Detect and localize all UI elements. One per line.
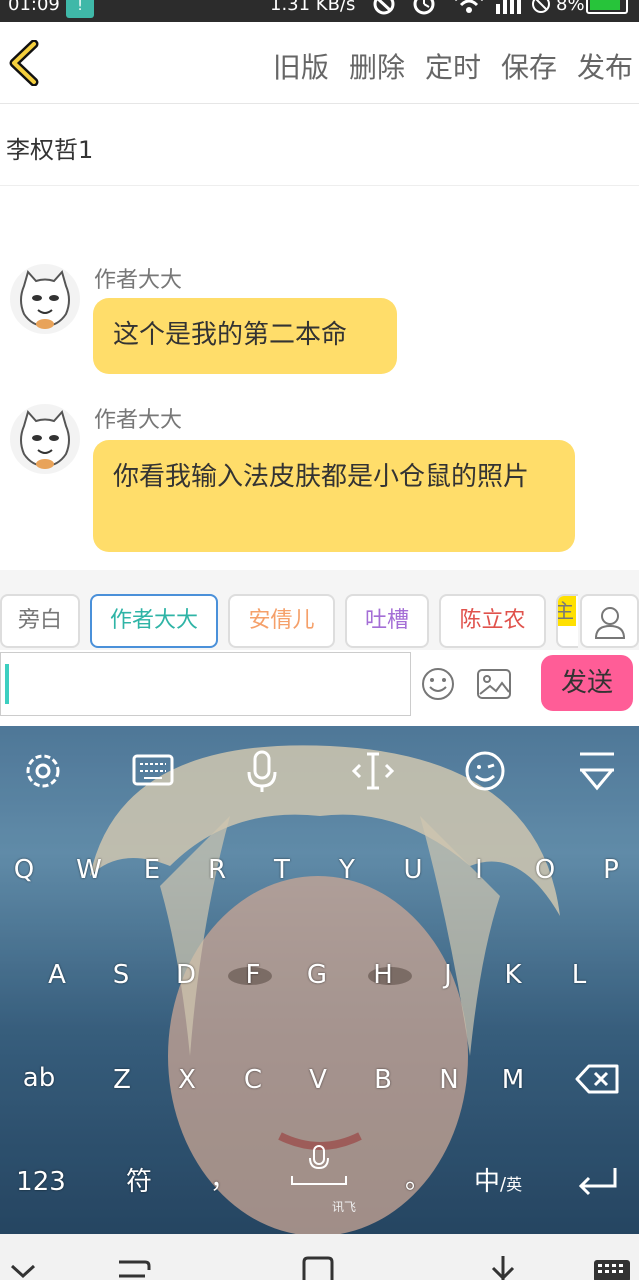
key-h[interactable]: H — [360, 955, 406, 995]
settings-gear-icon[interactable] — [18, 748, 68, 794]
save-button[interactable]: 保存 — [501, 46, 557, 86]
keyboard-icon[interactable] — [128, 748, 178, 794]
key-y[interactable]: Y — [324, 850, 370, 890]
key-symbols[interactable]: 符 — [116, 1162, 162, 1202]
key-w[interactable]: W — [66, 850, 112, 890]
battery-percent: 8% — [556, 0, 585, 15]
key-j[interactable]: J — [425, 955, 471, 995]
role-partial[interactable]: 主 — [556, 594, 578, 648]
home-icon[interactable] — [300, 1256, 336, 1280]
key-e[interactable]: E — [129, 850, 175, 890]
enter-icon[interactable] — [573, 1160, 623, 1206]
emoji-icon[interactable] — [460, 748, 510, 794]
message-input[interactable] — [0, 652, 411, 716]
status-time: 01:09 — [8, 0, 60, 15]
key-q[interactable]: Q — [1, 850, 47, 890]
key-v[interactable]: V — [295, 1060, 341, 1100]
key-d[interactable]: D — [163, 955, 209, 995]
message-bubble[interactable]: 你看我输入法皮肤都是小仓鼠的照片 — [93, 440, 575, 552]
lang-english: 英 — [506, 1175, 523, 1194]
send-button[interactable]: 发送 — [541, 655, 633, 711]
battery-icon — [586, 0, 628, 14]
signal-icon — [496, 0, 521, 14]
speaker-name: 作者大大 — [94, 268, 183, 293]
speaker-name: 作者大大 — [94, 408, 183, 433]
key-numbers-mode[interactable]: 123 — [16, 1162, 66, 1202]
text-cursor — [5, 664, 9, 704]
meme-face-icon — [20, 409, 70, 469]
alarm-icon — [413, 0, 435, 15]
image-icon[interactable] — [476, 668, 512, 700]
key-n[interactable]: N — [426, 1060, 472, 1100]
chevron-down-icon[interactable] — [8, 1262, 38, 1280]
key-i[interactable]: I — [456, 850, 502, 890]
key-g[interactable]: G — [294, 955, 340, 995]
key-t[interactable]: T — [259, 850, 305, 890]
back-chevron-icon[interactable] — [6, 40, 46, 86]
schedule-button[interactable]: 定时 — [425, 46, 481, 86]
avatar[interactable] — [10, 404, 80, 474]
key-comma[interactable]: ， — [200, 1160, 246, 1200]
top-nav: 旧版 删除 定时 保存 发布 — [0, 22, 639, 104]
keyboard-brand: 讯飞 — [332, 1200, 357, 1214]
key-period[interactable]: 。 — [395, 1160, 441, 1200]
role-anqianer[interactable]: 安倩儿 — [228, 594, 335, 648]
space-bar[interactable]: 讯飞 — [270, 1140, 370, 1214]
avatar[interactable] — [10, 264, 80, 334]
key-k[interactable]: K — [490, 955, 536, 995]
cursor-move-icon[interactable] — [348, 748, 398, 794]
key-p[interactable]: P — [588, 850, 634, 890]
wifi-icon — [455, 0, 483, 13]
delete-button[interactable]: 删除 — [349, 46, 405, 86]
hide-keyboard-icon[interactable] — [572, 748, 622, 794]
role-chenlinong[interactable]: 陈立农 — [439, 594, 546, 648]
role-author[interactable]: 作者大大 — [90, 594, 218, 648]
story-title[interactable]: 李权哲1 — [0, 104, 639, 186]
key-s[interactable]: S — [98, 955, 144, 995]
download-icon[interactable] — [485, 1254, 521, 1280]
role-narrator[interactable]: 旁白 — [0, 594, 80, 648]
key-u[interactable]: U — [390, 850, 436, 890]
network-speed: 1.31 KB/s — [270, 0, 356, 15]
message-bubble[interactable]: 这个是我的第二本命 — [93, 298, 397, 374]
key-o[interactable]: O — [522, 850, 568, 890]
space-mic-icon — [291, 1145, 347, 1185]
keyboard-switch-icon[interactable] — [592, 1258, 632, 1280]
add-role-button[interactable] — [580, 594, 639, 648]
role-partial-label: 主 — [558, 596, 576, 626]
emoji-icon[interactable] — [420, 666, 456, 702]
key-l[interactable]: L — [556, 955, 602, 995]
no-signal-icon — [532, 0, 550, 13]
recent-apps-icon[interactable] — [115, 1256, 151, 1280]
publish-button[interactable]: 发布 — [577, 46, 633, 86]
key-z[interactable]: Z — [99, 1060, 145, 1100]
do-not-disturb-icon — [373, 0, 395, 15]
key-x[interactable]: X — [164, 1060, 210, 1100]
key-a[interactable]: A — [34, 955, 80, 995]
old-version-button[interactable]: 旧版 — [273, 46, 329, 86]
key-c[interactable]: C — [230, 1060, 276, 1100]
lang-chinese: 中 — [474, 1167, 501, 1197]
sim-alert-icon: ! — [66, 0, 94, 18]
microphone-icon[interactable] — [237, 748, 287, 794]
key-b[interactable]: B — [360, 1060, 406, 1100]
backspace-icon[interactable] — [573, 1056, 623, 1102]
nav-actions: 旧版 删除 定时 保存 发布 — [273, 46, 633, 86]
key-r[interactable]: R — [194, 850, 240, 890]
key-f[interactable]: F — [230, 955, 276, 995]
language-switch[interactable]: 中/英 — [474, 1162, 534, 1202]
status-bar: 01:09 ! 1.31 KB/s 8% — [0, 0, 639, 22]
role-complain[interactable]: 吐槽 — [345, 594, 429, 648]
meme-face-icon — [20, 269, 70, 329]
user-icon — [594, 607, 625, 639]
key-m[interactable]: M — [490, 1060, 536, 1100]
key-letters-mode[interactable]: ab — [16, 1058, 62, 1098]
